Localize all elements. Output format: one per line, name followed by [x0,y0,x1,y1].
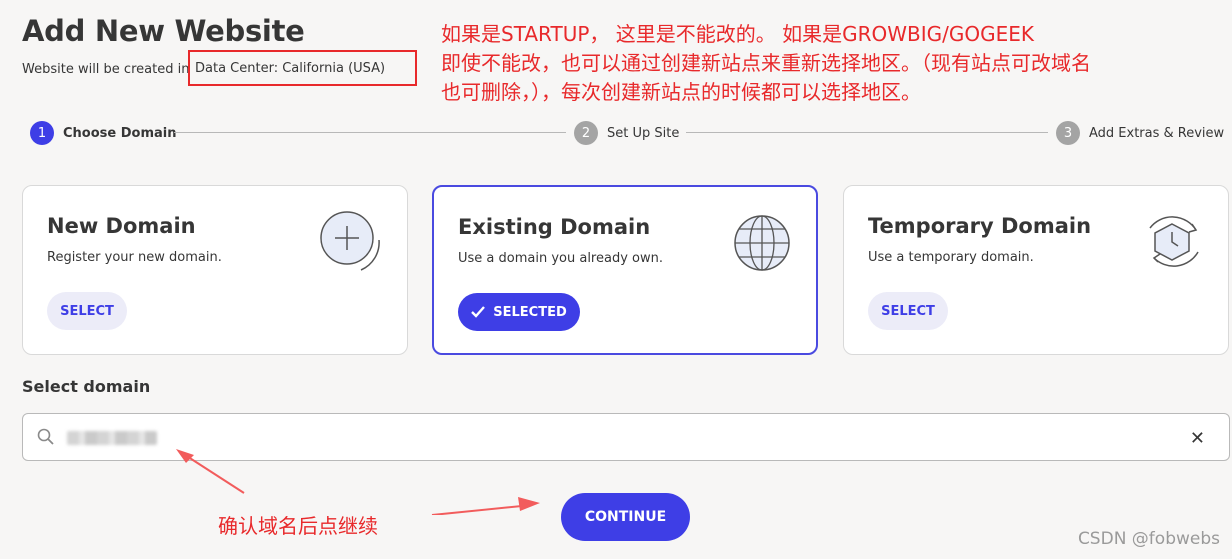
selected-existing-domain-button[interactable]: SELECTED [458,293,580,331]
select-temporary-domain-button[interactable]: SELECT [868,292,948,330]
annotation-line: 如果是STARTUP， 这里是不能改的。 如果是GROWBIG/GOGEEK [441,22,1035,46]
step-label: Add Extras & Review [1089,125,1225,141]
data-center-label: Data Center: California (USA) [195,61,386,76]
clock-cycle-icon [1149,216,1199,267]
step-label: Set Up Site [607,125,680,141]
step-set-up-site: 2 Set Up Site [574,121,679,145]
select-new-domain-button[interactable]: SELECT [47,292,127,330]
globe-icon [734,215,790,271]
step-add-extras-review: 3 Add Extras & Review [1056,121,1224,145]
page-title: Add New Website [22,14,305,48]
annotation-line: 也可删除，），每次创建新站点的时候都可以选择地区。 [441,80,921,104]
select-domain-label: Select domain [22,377,151,396]
page-subtitle: Website will be created in [22,62,190,77]
check-icon [471,306,486,318]
watermark: CSDN @fobwebs [1077,529,1220,549]
card-description: Use a domain you already own. [458,251,663,266]
step-number: 2 [574,121,598,145]
annotation-line: 即使不能改，也可以通过创建新站点来重新选择地区。（现有站点可改域名 [441,51,1091,75]
continue-button[interactable]: CONTINUE [561,493,690,541]
annotation-arrows [176,449,540,515]
card-description: Register your new domain. [47,250,222,265]
step-connector [174,132,566,133]
card-title: Existing Domain [458,215,651,239]
search-icon [37,428,54,445]
step-label: Choose Domain [63,125,177,141]
step-connector [686,132,1048,133]
card-title: Temporary Domain [868,214,1092,238]
confirm-annotation: 确认域名后点继续 [218,514,378,538]
step-number: 1 [30,121,54,145]
card-description: Use a temporary domain. [868,250,1034,265]
plus-circle-icon [320,211,380,271]
step-number: 3 [1056,121,1080,145]
step-choose-domain: 1 Choose Domain [30,121,177,145]
annotation-note: 如果是STARTUP， 这里是不能改的。 如果是GROWBIG/GOGEEK 即… [441,20,1221,107]
card-existing-domain[interactable]: Existing Domain Use a domain you already… [432,185,818,355]
button-label: SELECTED [493,304,567,320]
clear-icon[interactable]: ✕ [1190,428,1205,449]
card-new-domain[interactable]: New Domain Register your new domain. SEL… [22,185,408,355]
card-title: New Domain [47,214,196,238]
card-temporary-domain[interactable]: Temporary Domain Use a temporary domain.… [843,185,1229,355]
